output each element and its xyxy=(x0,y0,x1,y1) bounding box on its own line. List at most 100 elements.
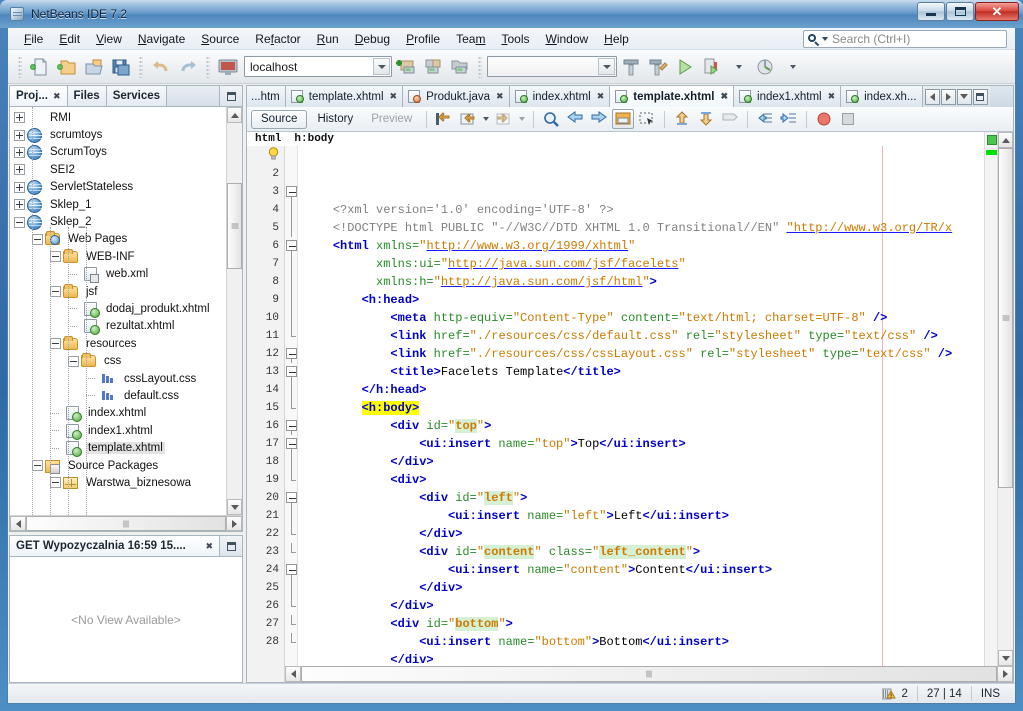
code-line[interactable]: <div id="left"> xyxy=(298,489,984,507)
code-line[interactable]: <ui:insert name="left">Left</ui:insert> xyxy=(298,507,984,525)
breadcrumb-html[interactable]: html xyxy=(255,133,281,145)
search-input[interactable]: Search (Ctrl+I) xyxy=(803,30,1007,48)
close-icon[interactable]: ✖ xyxy=(53,91,61,102)
back-button[interactable] xyxy=(457,109,479,129)
maximize-window-button[interactable] xyxy=(972,88,988,105)
shift-right-button[interactable] xyxy=(778,109,800,129)
tree-item-rezultat-xhtml[interactable]: rezultat.xhtml xyxy=(10,318,226,336)
tree-item-resources[interactable]: resources xyxy=(10,335,226,352)
tree-item-warstwa-biznesowa[interactable]: Warstwa_biznesowa xyxy=(10,474,226,491)
save-all-button[interactable] xyxy=(108,54,134,80)
stop-macro-button[interactable] xyxy=(837,109,859,129)
menu-view[interactable]: View xyxy=(88,30,130,48)
editor-vertical-scrollbar[interactable] xyxy=(997,132,1013,666)
collapse-icon[interactable] xyxy=(68,355,79,367)
code-line[interactable]: <div> xyxy=(298,471,984,489)
tab-files[interactable]: Files xyxy=(67,86,107,106)
menu-source[interactable]: Source xyxy=(193,30,247,48)
tree-item-sklep-2[interactable]: Sklep_2 xyxy=(10,213,226,231)
scroll-right-button[interactable] xyxy=(940,88,956,105)
tab-web-browser[interactable]: GET Wypozyczalnia 16:59 15.... ✖ xyxy=(10,536,220,556)
menu-debug[interactable]: Debug xyxy=(347,30,398,48)
minimize-window-button[interactable] xyxy=(220,536,242,556)
code-line[interactable]: <ui:insert name="bottom">Bottom</ui:inse… xyxy=(298,633,984,651)
tab-projects[interactable]: Proj... ✖ xyxy=(10,86,68,106)
code-line[interactable]: <div id="top"> xyxy=(298,417,984,435)
code-line[interactable]: <title>Facelets Template</title> xyxy=(298,363,984,381)
code-line[interactable]: xmlns:h="http://java.sun.com/jsf/html"> xyxy=(298,273,984,291)
code-line[interactable]: <html xmlns= "http://www.w3.org/1999/xhtm… xyxy=(298,237,984,255)
code-line[interactable]: <!DOCTYPE html PUBLIC "-//W3C//DTD XHTML… xyxy=(298,219,984,237)
server-combo[interactable]: localhost xyxy=(244,56,392,77)
collapse-fold-icon[interactable] xyxy=(286,186,297,197)
toggle-bookmark-button[interactable] xyxy=(612,109,635,129)
collapse-icon[interactable] xyxy=(50,477,61,489)
last-edit-button[interactable] xyxy=(433,109,455,129)
warning-status[interactable]: 2 xyxy=(873,686,916,701)
scroll-up-button[interactable] xyxy=(227,107,242,123)
tree-item-source-packages[interactable]: Source Packages xyxy=(10,457,226,474)
tree-item-template-xhtml[interactable]: template.xhtml xyxy=(10,439,226,458)
view-tab-history[interactable]: History xyxy=(309,110,361,129)
code-line[interactable]: <h:body> xyxy=(298,399,984,417)
editor-tab-index-xh[interactable]: index.xh... xyxy=(841,86,923,107)
shift-left-button[interactable] xyxy=(754,109,776,129)
code-line[interactable]: </div> xyxy=(298,525,984,543)
menu-file[interactable]: File xyxy=(16,30,51,48)
breadcrumb-hbody[interactable]: h:body xyxy=(294,133,334,145)
hint-bulb-icon[interactable] xyxy=(268,147,279,160)
scroll-up-button[interactable] xyxy=(998,132,1013,148)
collapse-fold-icon[interactable] xyxy=(286,240,297,251)
collapse-icon[interactable] xyxy=(50,251,61,263)
editor-horizontal-scrollbar[interactable] xyxy=(246,666,1014,683)
collapse-fold-icon[interactable] xyxy=(286,366,297,377)
caret-position[interactable]: 27 | 14 xyxy=(916,686,971,701)
redo-button[interactable] xyxy=(175,54,201,80)
build-project-button[interactable] xyxy=(618,54,644,80)
tree-vertical-scrollbar[interactable] xyxy=(226,107,242,515)
scroll-track[interactable] xyxy=(998,488,1013,650)
code-line[interactable]: <ui:insert name="top">Top</ui:insert> xyxy=(298,435,984,453)
code-line[interactable]: </div> xyxy=(298,453,984,471)
editor-tab-produkt-java[interactable]: Produkt.java ✖ xyxy=(403,86,510,107)
scroll-right-button[interactable] xyxy=(226,516,242,531)
menu-edit[interactable]: Edit xyxy=(51,30,88,48)
editor-tab-template-xhtml[interactable]: template.xhtml ✖ xyxy=(610,86,735,107)
scroll-down-button[interactable] xyxy=(998,650,1013,666)
code-line[interactable]: </div> xyxy=(298,579,984,597)
scroll-thumb[interactable] xyxy=(998,148,1013,488)
expand-icon[interactable] xyxy=(14,112,25,124)
new-file-button[interactable] xyxy=(27,54,53,80)
server-manager-button[interactable] xyxy=(447,54,473,80)
close-icon[interactable]: ✖ xyxy=(828,91,836,102)
chevron-down-icon[interactable] xyxy=(598,58,615,75)
close-icon[interactable]: ✖ xyxy=(205,541,213,552)
code-line[interactable]: <link href="./resources/css/default.css"… xyxy=(298,327,984,345)
tree-item-web-inf[interactable]: WEB-INF xyxy=(10,248,226,265)
collapse-icon[interactable] xyxy=(50,286,61,298)
menu-help[interactable]: Help xyxy=(596,30,637,48)
collapse-fold-icon[interactable] xyxy=(286,492,297,503)
projects-tree[interactable]: RMI scrumtoys ScrumToys SEI2 ServletStateles… xyxy=(10,107,226,515)
collapse-icon[interactable] xyxy=(50,338,61,350)
tab-list-button[interactable] xyxy=(956,88,972,105)
profile-dropdown-icon[interactable] xyxy=(780,54,806,80)
editor-tab-index-xhtml[interactable]: index.xhtml ✖ xyxy=(509,86,611,107)
find-selection-button[interactable] xyxy=(540,109,562,129)
server-group-button[interactable] xyxy=(420,54,446,80)
menu-run[interactable]: Run xyxy=(309,30,347,48)
toolbar-grip[interactable] xyxy=(18,55,22,78)
tree-item-default-css[interactable]: default.css xyxy=(10,387,226,404)
code-line[interactable]: <link href="./resources/css/cssLayout.cs… xyxy=(298,345,984,363)
tree-item-jsf[interactable]: jsf xyxy=(10,283,226,300)
undo-button[interactable] xyxy=(148,54,174,80)
debug-project-button[interactable] xyxy=(699,54,725,80)
code-line[interactable]: <ui:insert name="content">Content</ui:in… xyxy=(298,561,984,579)
editor-tab-template-xhtml[interactable]: template.xhtml ✖ xyxy=(285,86,404,107)
menu-window[interactable]: Window xyxy=(537,30,596,48)
expand-icon[interactable] xyxy=(14,199,25,211)
view-tab-source[interactable]: Source xyxy=(251,109,308,129)
tree-item-servletstateless[interactable]: ServletStateless xyxy=(10,179,226,196)
menu-navigate[interactable]: Navigate xyxy=(130,30,193,48)
editor-tab-index1-xhtml[interactable]: index1.xhtml ✖ xyxy=(734,86,842,107)
